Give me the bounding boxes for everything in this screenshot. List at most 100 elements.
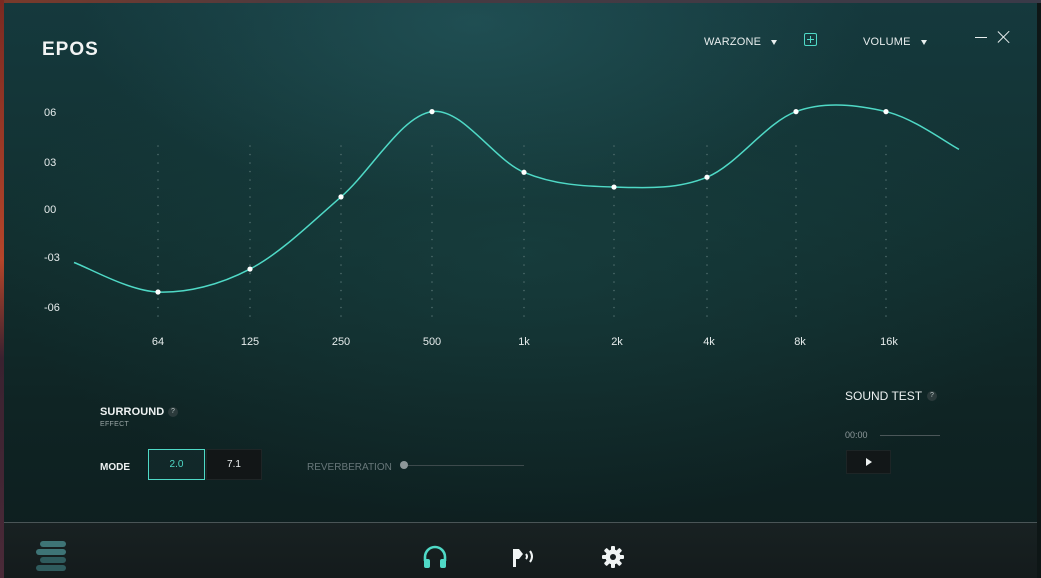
eq-guide-dot [706,255,708,258]
eq-guide-dot [706,238,708,241]
eq-guide-dot [795,315,797,317]
microphone-icon[interactable] [510,545,538,571]
eq-guide-dot [157,315,159,317]
eq-guide-dot [885,238,887,241]
eq-guide-dot [249,281,251,283]
eq-guide-dot [340,145,342,147]
eq-guide-dot [795,170,797,173]
eq-guide-dot [885,153,887,156]
eq-band-handle[interactable] [155,289,161,295]
eq-guide-dot [431,162,433,164]
x-tick-label: 1k [518,336,530,348]
eq-guide-dot [613,196,615,198]
eq-guide-dot [795,272,797,275]
eq-guide-dot [885,196,887,198]
eq-guide-dot [431,230,433,232]
eq-guide-dot [613,213,615,215]
eq-guide-dot [613,264,615,266]
eq-guide-dot [157,272,159,275]
eq-guide-dot [431,247,433,249]
eq-guide-dot [795,187,797,190]
eq-guide-dot [523,179,525,181]
reverberation-slider-track[interactable] [404,465,524,466]
eq-guide-dot [613,247,615,249]
play-button[interactable] [846,450,891,474]
menu-icon[interactable] [34,540,68,574]
mode-2-0-button[interactable]: 2.0 [148,449,205,480]
eq-guide-dot [431,264,433,266]
eq-guide-dot [431,315,433,317]
eq-guide-dot [613,289,615,292]
eq-guide-dot [795,162,797,164]
eq-band-handle[interactable] [883,109,889,115]
eq-guide-dot [885,187,887,190]
eq-guide-dot [340,238,342,241]
eq-guide-dot [885,230,887,232]
eq-guide-dot [249,272,251,275]
eq-guide-dot [885,272,887,275]
eq-guide-dot [431,204,433,207]
eq-guide-dot [249,213,251,215]
eq-guide-dot [706,196,708,198]
eq-band-handle[interactable] [247,266,253,272]
headphones-icon[interactable] [422,545,448,571]
eq-guide-dot [706,298,708,300]
x-tick-label: 4k [703,336,715,348]
surround-help-icon[interactable]: ? [168,407,178,417]
eq-guide-dot [157,145,159,147]
eq-band-handle[interactable] [611,184,617,190]
eq-guide-dot [523,187,525,190]
eq-guide-dot [613,162,615,164]
eq-guide-dot [613,238,615,241]
reverberation-slider-handle[interactable] [400,461,408,469]
eq-guide-dot [795,298,797,300]
eq-band-handle[interactable] [429,109,435,115]
eq-guide-dot [431,238,433,241]
eq-guide-dot [885,315,887,317]
eq-guide-dot [340,315,342,317]
eq-guide-dot [795,196,797,198]
eq-band-handle[interactable] [338,194,344,200]
eq-guide-dot [431,298,433,300]
eq-guide-dot [885,298,887,300]
mode-7-1-button[interactable]: 7.1 [206,449,262,480]
eq-guide-dot [157,298,159,300]
eq-guide-dot [340,170,342,173]
eq-band-handle[interactable] [793,109,799,115]
eq-guide-dot [157,264,159,266]
eq-guide-dot [249,153,251,156]
eq-guide-dot [157,238,159,241]
y-tick-label: -06 [44,302,60,314]
eq-guide-dot [340,247,342,249]
eq-guide-dot [157,162,159,164]
eq-guide-dot [431,187,433,190]
play-icon [865,458,872,466]
eq-guide-dot [157,213,159,215]
eq-guide-dot [795,204,797,207]
eq-guide-dot [706,264,708,266]
eq-guide-dot [249,255,251,258]
y-tick-label: 00 [44,204,57,216]
eq-guide-dot [613,298,615,300]
eq-guide-dot [249,162,251,164]
x-tick-label: 500 [422,336,442,348]
eq-guide-dot [340,298,342,300]
eq-band-handle[interactable] [521,169,527,175]
eq-guide-dot [157,221,159,224]
sound-test-help-icon[interactable]: ? [927,391,937,401]
sound-test-progress[interactable] [880,435,940,436]
eq-guide-dot [706,170,708,173]
eq-guide-dot [706,213,708,215]
eq-guide-dot [431,272,433,275]
eq-guide-dot [795,281,797,283]
eq-guide-dot [340,281,342,283]
gear-icon[interactable] [601,545,625,569]
eq-guide-dot [249,204,251,207]
eq-guide-dot [613,153,615,156]
eq-guide-dot [885,264,887,266]
equalizer-graph[interactable] [4,3,1037,363]
eq-guide-dot [523,230,525,232]
eq-guide-dot [249,289,251,292]
eq-band-handle[interactable] [704,174,710,180]
x-tick-label: 2k [611,336,623,348]
